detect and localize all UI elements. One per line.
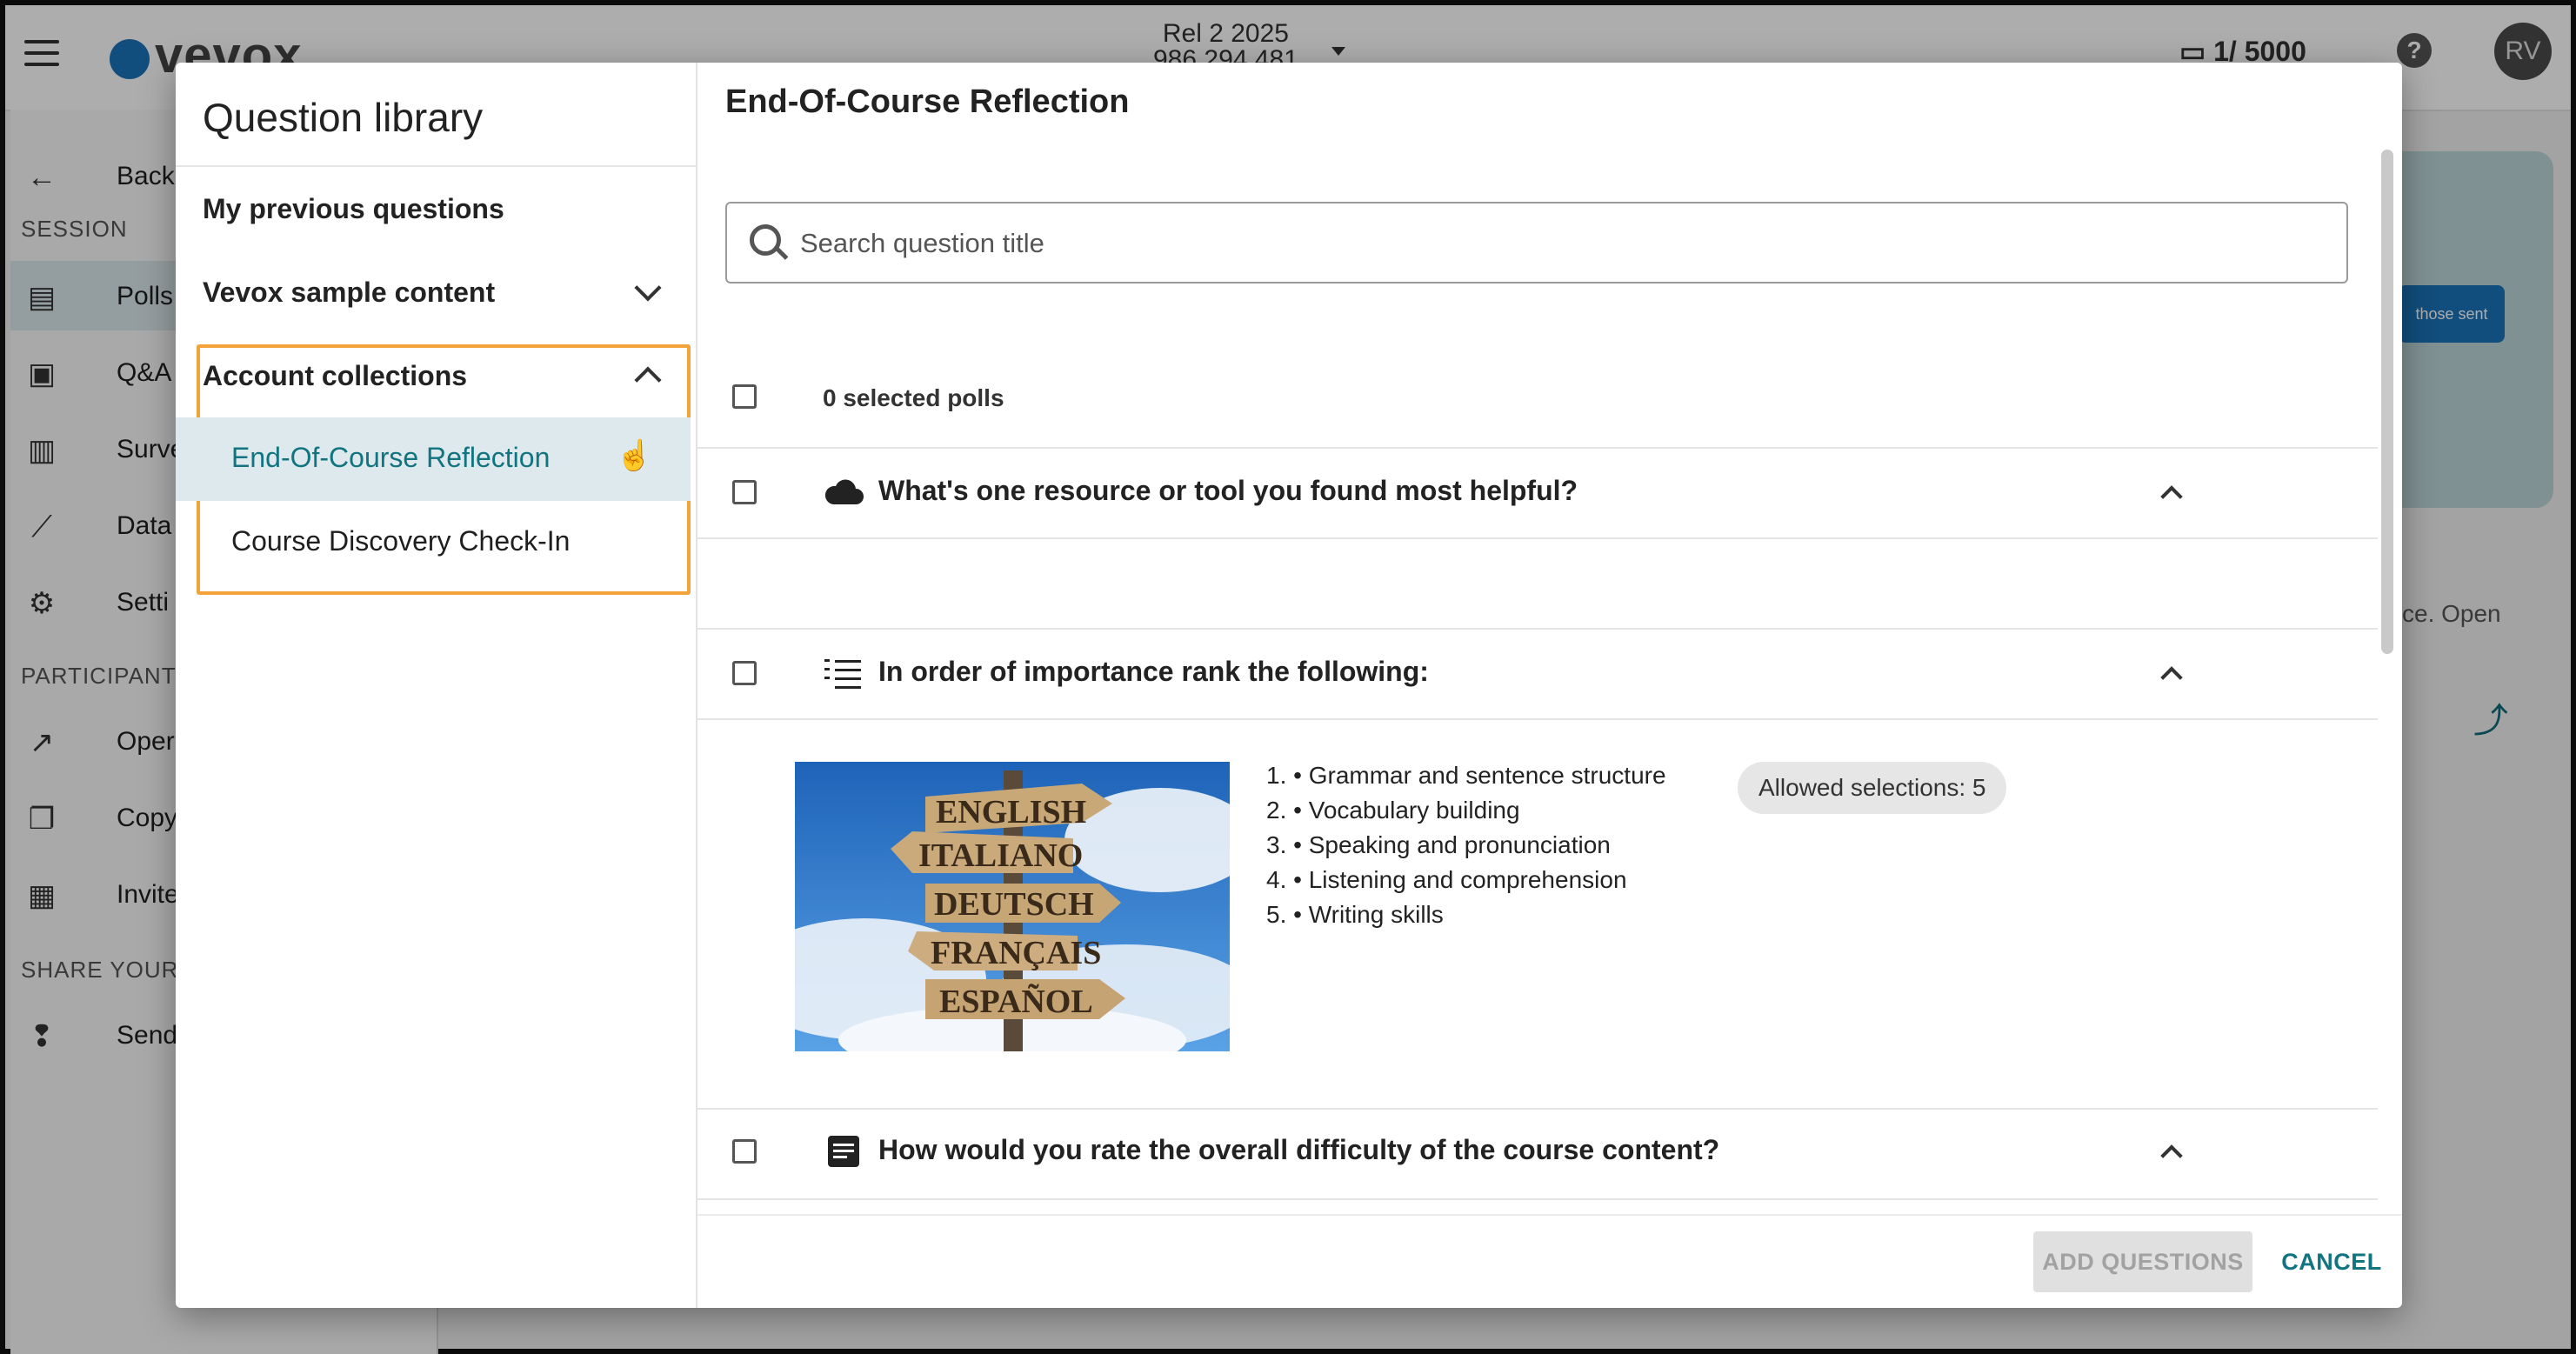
option-item: 2. • Vocabulary building — [1266, 797, 1520, 824]
ranking-icon — [824, 659, 861, 689]
collection-title: End-Of-Course Reflection — [725, 83, 1130, 120]
nav-my-previous-questions[interactable]: My previous questions — [203, 193, 504, 225]
divider — [697, 718, 2378, 720]
option-item: 4. • Listening and comprehension — [1266, 866, 1627, 893]
collection-item-discovery[interactable]: Course Discovery Check-In — [176, 501, 691, 584]
sign-text: DEUTSCH — [934, 886, 1094, 923]
sign-text: ENGLISH — [936, 794, 1086, 830]
ranking-options: 1. • Grammar and sentence structure 2. •… — [1266, 758, 1666, 932]
question-checkbox[interactable] — [732, 1139, 757, 1164]
question-library-dialog: Question library My previous questions V… — [176, 63, 2402, 1308]
cloud-icon — [824, 479, 864, 504]
collection-content: End-Of-Course Reflection 0 selected poll… — [697, 63, 2402, 1308]
divider — [697, 628, 2378, 630]
search-input[interactable] — [798, 221, 2280, 266]
divider — [697, 1108, 2378, 1110]
divider — [697, 1198, 2378, 1200]
sign-text: FRANÇAIS — [931, 935, 1101, 971]
question-title[interactable]: What's one resource or tool you found mo… — [878, 475, 1578, 507]
allowed-selections-badge: Allowed selections: 5 — [1738, 762, 2007, 814]
sign-text: ITALIANO — [918, 837, 1083, 874]
nav-vevox-sample-content[interactable]: Vevox sample content — [203, 277, 664, 309]
nav-account-collections[interactable]: Account collections — [203, 360, 467, 392]
divider — [176, 165, 696, 167]
search-field[interactable] — [725, 202, 2348, 283]
question-checkbox[interactable] — [732, 661, 757, 685]
question-title[interactable]: In order of importance rank the followin… — [878, 656, 1429, 688]
hand-cursor-icon: ☝ — [616, 439, 653, 472]
scrollbar[interactable] — [2381, 150, 2393, 654]
divider — [697, 447, 2378, 449]
dialog-title: Question library — [203, 95, 484, 140]
text-doc-icon — [828, 1136, 859, 1167]
collection-item-end-of-course[interactable]: End-Of-Course Reflection — [176, 417, 691, 501]
chevron-up-icon[interactable] — [2160, 1144, 2183, 1167]
divider — [697, 537, 2378, 539]
question-image: ENGLISH ITALIANO DEUTSCH FRANÇAIS ESPAÑO… — [795, 762, 1230, 1051]
chevron-up-icon[interactable] — [2160, 485, 2183, 508]
divider — [697, 1214, 2402, 1216]
option-item: 3. • Speaking and pronunciation — [1266, 831, 1611, 858]
option-item: 5. • Writing skills — [1266, 901, 1444, 928]
add-questions-button[interactable]: ADD QUESTIONS — [2033, 1231, 2252, 1292]
select-all-checkbox[interactable] — [732, 384, 757, 409]
sign-text: ESPAÑOL — [939, 984, 1093, 1020]
library-nav: Question library My previous questions V… — [176, 63, 697, 1308]
option-item: 1. • Grammar and sentence structure — [1266, 762, 1666, 789]
chevron-up-icon[interactable] — [2160, 666, 2183, 689]
search-icon — [750, 224, 781, 256]
cancel-button[interactable]: CANCEL — [2273, 1231, 2390, 1292]
question-checkbox[interactable] — [732, 480, 757, 504]
question-title[interactable]: How would you rate the overall difficult… — [878, 1134, 1719, 1166]
selected-count: 0 selected polls — [823, 384, 1004, 411]
